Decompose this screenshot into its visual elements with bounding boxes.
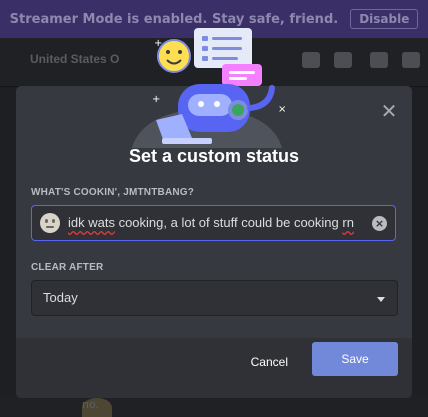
chevron-down-icon [377, 297, 385, 302]
custom-status-modal: + + × ✕ Set a custom status WHAT'S COOKI… [16, 28, 412, 398]
save-button[interactable]: Save [312, 342, 398, 376]
status-illustration: + + × [132, 28, 286, 148]
modal-title: Set a custom status [128, 146, 300, 166]
disable-streamer-mode-button[interactable]: Disable [350, 9, 419, 29]
clear-after-value: Today [43, 290, 78, 305]
cancel-button[interactable]: Cancel [251, 355, 288, 369]
status-text-part: cooking, a lot of stuff could be cooking [114, 215, 343, 230]
status-label: WHAT'S COOKIN', JMTNTBANG? [31, 187, 195, 198]
modal-footer: Cancel Save [16, 338, 412, 398]
add-member-icon[interactable] [402, 52, 420, 68]
svg-text:+: + [152, 94, 160, 105]
video-icon[interactable] [334, 52, 352, 68]
status-text[interactable]: idk wats cooking, a lot of stuff could b… [68, 215, 354, 230]
status-text-part-misspelled-end: rn [342, 215, 354, 230]
emoji-picker-icon[interactable] [40, 213, 60, 233]
close-icon[interactable]: ✕ [380, 101, 398, 121]
streamer-mode-message: Streamer Mode is enabled. Stay safe, fri… [9, 11, 339, 27]
svg-text:×: × [278, 104, 286, 115]
call-icon[interactable] [302, 52, 320, 68]
channel-title: United States O [30, 52, 120, 66]
message-text: no. [82, 398, 100, 411]
clear-after-label: CLEAR AFTER [31, 262, 104, 273]
status-input[interactable]: idk wats cooking, a lot of stuff could b… [31, 205, 396, 241]
status-text-part-misspelled: idk wats [68, 215, 115, 230]
clear-after-select[interactable]: Today [31, 280, 398, 316]
pin-icon[interactable] [370, 52, 388, 68]
clear-status-icon[interactable]: × [372, 216, 387, 231]
background-message: no. [0, 396, 428, 417]
svg-text:+: + [154, 38, 162, 49]
